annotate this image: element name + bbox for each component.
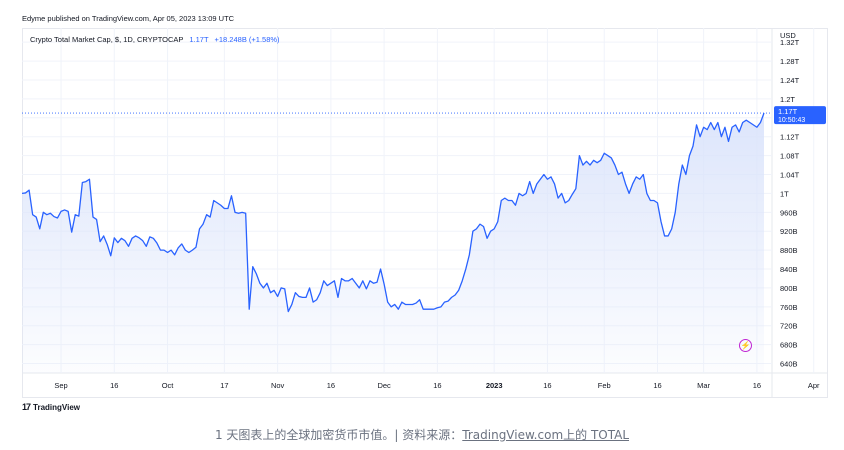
x-tick-label: 16 xyxy=(753,381,761,390)
x-tick-label: Nov xyxy=(271,381,285,390)
y-tick-label: 1.08T xyxy=(780,152,800,161)
x-tick-label: 17 xyxy=(220,381,228,390)
y-tick-label: 760B xyxy=(780,303,798,312)
symbol-legend: Crypto Total Market Cap, $, 1D, CRYPTOCA… xyxy=(30,35,280,44)
caption-prefix: 1 天图表上的全球加密货币市值。| 资料来源： xyxy=(214,428,463,442)
caption: 1 天图表上的全球加密货币市值。| 资料来源：TradingView.com上的… xyxy=(0,426,844,443)
x-tick-label: 16 xyxy=(433,381,441,390)
current-price-time: 10:50:43 xyxy=(778,117,805,124)
symbol-name: Crypto Total Market Cap, $, 1D, CRYPTOCA… xyxy=(30,35,184,44)
last-value: 1.17T xyxy=(189,35,209,44)
y-tick-label: 1T xyxy=(780,189,789,198)
x-tick-label: Sep xyxy=(54,381,67,390)
x-tick-label: 16 xyxy=(543,381,551,390)
x-tick-label: 16 xyxy=(110,381,118,390)
y-tick-label: 1.2T xyxy=(780,95,795,104)
x-tick-label: Oct xyxy=(162,381,175,390)
y-tick-label: 1.12T xyxy=(780,133,800,142)
tradingview-logo[interactable]: 17 TradingView xyxy=(22,402,80,412)
y-tick-label: 960B xyxy=(780,208,798,217)
y-tick-label: 880B xyxy=(780,246,798,255)
y-axis-unit: USD xyxy=(780,31,796,40)
y-tick-label: 1.28T xyxy=(780,57,800,66)
x-tick-label: Apr xyxy=(808,381,820,390)
y-tick-label: 720B xyxy=(780,322,798,331)
x-tick-label: Mar xyxy=(697,381,710,390)
caption-link[interactable]: TradingView.com上的 TOTAL xyxy=(462,428,629,442)
y-tick-label: 840B xyxy=(780,265,798,274)
brand-text: TradingView xyxy=(33,402,80,412)
chart-frame[interactable]: 1.32T1.28T1.24T1.2T1.16T1.12T1.08T1.04T1… xyxy=(22,28,828,398)
x-tick-label: Dec xyxy=(377,381,391,390)
y-tick-label: 920B xyxy=(780,227,798,236)
y-tick-label: 640B xyxy=(780,360,798,369)
x-tick-label: 2023 xyxy=(486,381,503,390)
series-area xyxy=(22,113,764,373)
current-price-value: 1.17T xyxy=(778,107,798,116)
published-line: Edyme published on TradingView.com, Apr … xyxy=(22,14,235,23)
x-tick-label: 16 xyxy=(653,381,661,390)
x-tick-label: Feb xyxy=(598,381,611,390)
lightning-icon[interactable]: ⚡ xyxy=(739,339,752,352)
tv-logo-icon: 17 xyxy=(22,402,31,412)
y-tick-label: 800B xyxy=(780,284,798,293)
change-value: +18.248B (+1.58%) xyxy=(214,35,280,44)
y-tick-label: 680B xyxy=(780,341,798,350)
y-tick-label: 1.24T xyxy=(780,76,800,85)
y-tick-label: 1.04T xyxy=(780,171,800,180)
market-cap-chart[interactable]: 1.32T1.28T1.24T1.2T1.16T1.12T1.08T1.04T1… xyxy=(22,28,828,398)
x-tick-label: 16 xyxy=(327,381,335,390)
